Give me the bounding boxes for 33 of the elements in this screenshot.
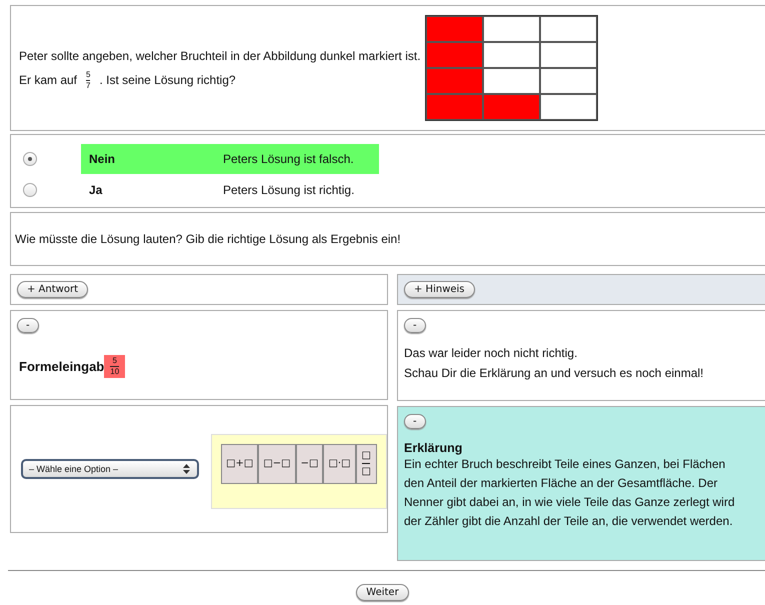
answer-button[interactable]: + Antwort bbox=[17, 281, 88, 298]
choice-label: Nein bbox=[89, 152, 116, 166]
choice-text: Peters Lösung ist falsch. bbox=[223, 152, 354, 166]
operator-button[interactable]: □+□ bbox=[221, 444, 258, 484]
operator-button[interactable]: □−□ bbox=[258, 444, 296, 484]
explanation-text: Nenner gibt dabei an, in wie viele Teile das Ganze zerlegt wird bbox=[404, 494, 736, 511]
collapse-button[interactable]: - bbox=[404, 318, 426, 333]
fraction-button[interactable]: □ □ bbox=[356, 444, 377, 484]
explanation-text: der Zähler gibt die Anzahl der Teile an, die verwendet werden. bbox=[404, 513, 734, 530]
formula-answer: 5 10 bbox=[104, 355, 126, 378]
explanation-title: Erklärung bbox=[404, 441, 464, 455]
collapse-button[interactable]: - bbox=[404, 414, 426, 429]
question-text: . Ist seine Lösung richtig? bbox=[99, 72, 236, 89]
option-select[interactable]: – Wähle eine Option – bbox=[21, 459, 200, 479]
hint-button[interactable]: + Hinweis bbox=[404, 281, 475, 298]
next-button[interactable]: Weiter bbox=[356, 584, 409, 601]
explanation-text: den Anteil der markierten Fläche an der Gesamtfläche. Der bbox=[404, 475, 718, 492]
collapse-button[interactable]: - bbox=[17, 318, 39, 333]
feedback-text: Schau Dir die Erklärung an und versuch es noch einmal! bbox=[404, 365, 704, 382]
operator-button[interactable]: □·□ bbox=[323, 444, 356, 484]
radio-button[interactable] bbox=[23, 182, 37, 196]
choice-text: Peters Lösung ist richtig. bbox=[223, 182, 354, 196]
feedback-text: Das war leider noch nicht richtig. bbox=[404, 345, 578, 362]
explanation-text: Ein echter Bruch beschreibt Teile eines Ganzen, bei Flächen bbox=[404, 456, 726, 473]
radio-button[interactable] bbox=[23, 152, 37, 166]
stepper-icon bbox=[182, 463, 192, 475]
question-text: Peter sollte angeben, welcher Bruchteil in der Abbildung dunkel markiert ist. bbox=[19, 48, 421, 65]
operator-button[interactable]: −□ bbox=[296, 444, 324, 484]
question-text: Er kam auf bbox=[19, 72, 78, 89]
fraction: 5 7 bbox=[85, 70, 92, 90]
choice-label: Ja bbox=[89, 182, 104, 196]
prompt-text: Wie müsste die Lösung lauten? Gib die richtige Lösung als Ergebnis ein! bbox=[15, 232, 401, 246]
formula-label: Formeleingab bbox=[19, 359, 104, 374]
